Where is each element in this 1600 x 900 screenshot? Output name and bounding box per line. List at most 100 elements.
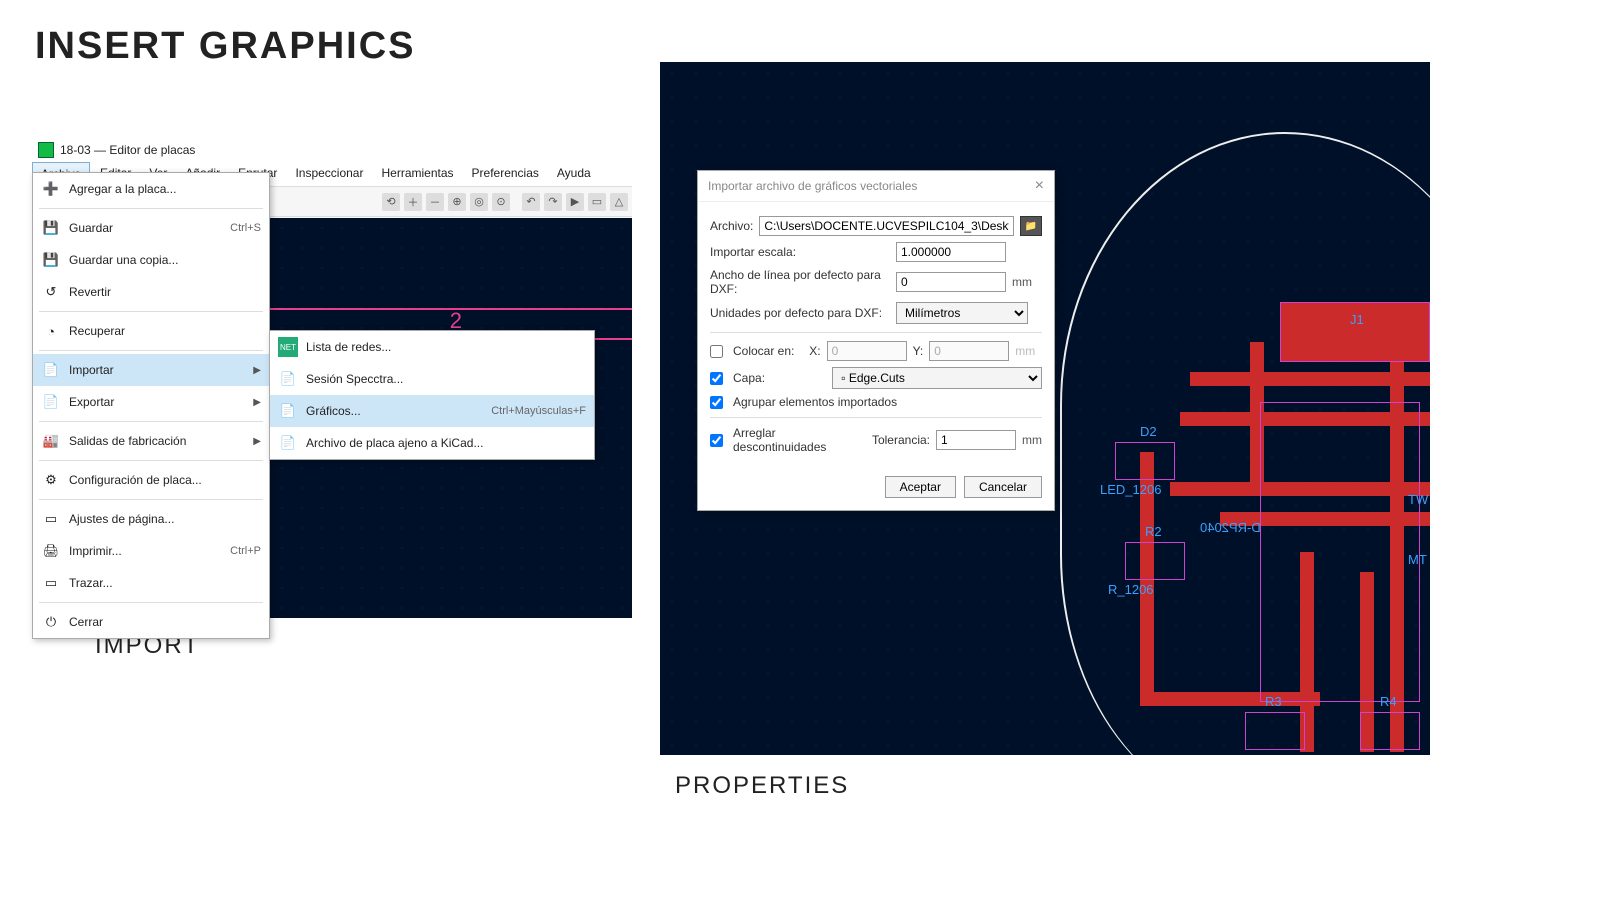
revert-icon: ↺ — [41, 282, 61, 302]
dialog-titlebar[interactable]: Importar archivo de gráficos vectoriales… — [698, 171, 1054, 202]
footprint-d2 — [1115, 442, 1175, 480]
kicad-window: 18-03 — Editor de placas Archivo Editar … — [32, 138, 632, 618]
label-r2: R2 — [1145, 524, 1162, 539]
caption-properties: PROPERTIES — [675, 772, 849, 800]
menu-item[interactable]: ↺ Revertir — [33, 276, 269, 308]
fix-checkbox[interactable] — [710, 434, 723, 447]
tolerance-label: Tolerancia: — [872, 433, 930, 447]
dialog-close-icon[interactable]: × — [1035, 177, 1044, 195]
flip-icon[interactable]: ▭ — [588, 193, 606, 211]
save-copy-icon: 💾 — [41, 250, 61, 270]
cancel-button[interactable]: Cancelar — [964, 476, 1042, 498]
add-board-icon: ➕ — [41, 179, 61, 199]
file-menu-dropdown[interactable]: ➕Agregar a la placa... 💾GuardarCtrl+S💾Gua… — [32, 172, 270, 639]
rotate-icon[interactable]: ▶ — [566, 193, 584, 211]
footprint-r4 — [1360, 712, 1420, 750]
file-input[interactable] — [759, 216, 1014, 236]
window-titlebar: 18-03 — Editor de placas — [32, 138, 632, 162]
submenu-item-label: Sesión Specctra... — [306, 372, 586, 386]
dxf-units-label: Unidades por defecto para DXF: — [710, 306, 890, 320]
menu-item[interactable]: 🖨 Imprimir... Ctrl+P — [33, 535, 269, 567]
place-at-label: Colocar en: — [733, 344, 794, 358]
menu-item[interactable]: ⏻Cerrar — [33, 606, 269, 638]
unit-mm: mm — [1022, 433, 1042, 447]
layer-label: Capa: — [733, 371, 787, 385]
refresh-icon[interactable]: ⟲ — [382, 193, 400, 211]
fix-label: Arreglar descontinuidades — [733, 426, 860, 454]
menu-herramientas[interactable]: Herramientas — [373, 162, 461, 186]
submenu-item[interactable]: 📄Gráficos...Ctrl+Mayúsculas+F — [270, 395, 594, 427]
menu-item[interactable]: 🏭Salidas de fabricación▶ — [33, 425, 269, 457]
label-rpkg: R_1206 — [1108, 582, 1154, 597]
y-input — [929, 341, 1009, 361]
menu-item[interactable]: ➕Agregar a la placa... — [33, 173, 269, 205]
place-at-checkbox[interactable] — [710, 345, 723, 358]
measure-icon[interactable]: △ — [610, 193, 628, 211]
menu-item-label: Recuperar — [69, 324, 261, 338]
menu-item-label: Revertir — [69, 285, 261, 299]
specctra-icon: 📄 — [278, 369, 298, 389]
zoom-in-icon[interactable]: ＋ — [404, 193, 422, 211]
submenu-item[interactable]: NETLista de redes... — [270, 331, 594, 363]
footprint-r2 — [1125, 542, 1185, 580]
scale-label: Importar escala: — [710, 245, 890, 259]
menu-ayuda[interactable]: Ayuda — [549, 162, 599, 186]
menu-accel: Ctrl+Mayúsculas+F — [491, 405, 586, 417]
export-icon: 📄 — [41, 392, 61, 412]
footprint-r3 — [1245, 712, 1305, 750]
dxf-width-label: Ancho de línea por defecto para DXF: — [710, 268, 890, 296]
tolerance-input[interactable] — [936, 430, 1016, 450]
window-title: 18-03 — Editor de placas — [60, 143, 195, 157]
zoom-selection-icon[interactable]: ⊙ — [492, 193, 510, 211]
label-r3: R3 — [1265, 694, 1282, 709]
separator — [710, 417, 1042, 418]
layer-select[interactable]: ▫ Edge.Cuts — [832, 367, 1042, 389]
menu-item-label: Imprimir... — [69, 544, 222, 558]
unit-mm: mm — [1015, 344, 1035, 358]
menu-inspeccionar[interactable]: Inspeccionar — [287, 162, 371, 186]
label-j1: J1 — [1350, 312, 1364, 327]
recover-icon: ◔ — [41, 321, 61, 341]
menu-item[interactable]: ◔ Recuperar — [33, 315, 269, 347]
board-setup-icon: ⚙ — [41, 470, 61, 490]
import-icon: 📄 — [41, 360, 61, 380]
menu-item[interactable]: ▭Ajustes de página... — [33, 503, 269, 535]
menu-item[interactable]: ▭Trazar... — [33, 567, 269, 599]
menu-preferencias[interactable]: Preferencias — [464, 162, 547, 186]
label-r4: R4 — [1380, 694, 1397, 709]
submenu-item-label: Lista de redes... — [306, 340, 586, 354]
undo-icon[interactable]: ↶ — [522, 193, 540, 211]
browse-button-icon[interactable]: 📁 — [1020, 216, 1042, 236]
submenu-item[interactable]: 📄Archivo de placa ajeno a KiCad... — [270, 427, 594, 459]
menu-item-label: Ajustes de página... — [69, 512, 261, 526]
group-checkbox[interactable] — [710, 396, 723, 409]
import-submenu[interactable]: NETLista de redes...📄Sesión Specctra...📄… — [269, 330, 595, 460]
dxf-units-select[interactable]: Milímetros — [896, 302, 1028, 324]
layer-checkbox[interactable] — [710, 372, 723, 385]
menu-item[interactable]: 📄Exportar▶ — [33, 386, 269, 418]
label-mt: MT — [1408, 552, 1427, 567]
import-graphics-dialog: Importar archivo de gráficos vectoriales… — [697, 170, 1055, 511]
zoom-window-icon[interactable]: ◎ — [470, 193, 488, 211]
chevron-right-icon: ▶ — [253, 365, 261, 376]
menu-item-label: Importar — [69, 363, 245, 377]
menu-accel: Ctrl+S — [230, 222, 261, 234]
scale-input[interactable] — [896, 242, 1006, 262]
zoom-fit-icon[interactable]: ⊕ — [448, 193, 466, 211]
menu-separator — [39, 311, 263, 312]
submenu-item[interactable]: 📄 Sesión Specctra... — [270, 363, 594, 395]
menu-item[interactable]: 💾Guardar una copia... — [33, 244, 269, 276]
menu-accel: Ctrl+P — [230, 545, 261, 557]
slide-title: INSERT GRAPHICS — [35, 25, 415, 68]
redo-icon[interactable]: ↷ — [544, 193, 562, 211]
print-icon: 🖨 — [41, 541, 61, 561]
y-label: Y: — [913, 344, 924, 358]
menu-item[interactable]: ⚙Configuración de placa... — [33, 464, 269, 496]
ok-button[interactable]: Aceptar — [885, 476, 956, 498]
menu-separator — [39, 350, 263, 351]
menu-item[interactable]: 💾GuardarCtrl+S — [33, 212, 269, 244]
zoom-out-icon[interactable]: － — [426, 193, 444, 211]
menu-item[interactable]: 📄 Importar ▶ — [33, 354, 269, 386]
dxf-width-input[interactable] — [896, 272, 1006, 292]
menu-item-label: Trazar... — [69, 576, 261, 590]
